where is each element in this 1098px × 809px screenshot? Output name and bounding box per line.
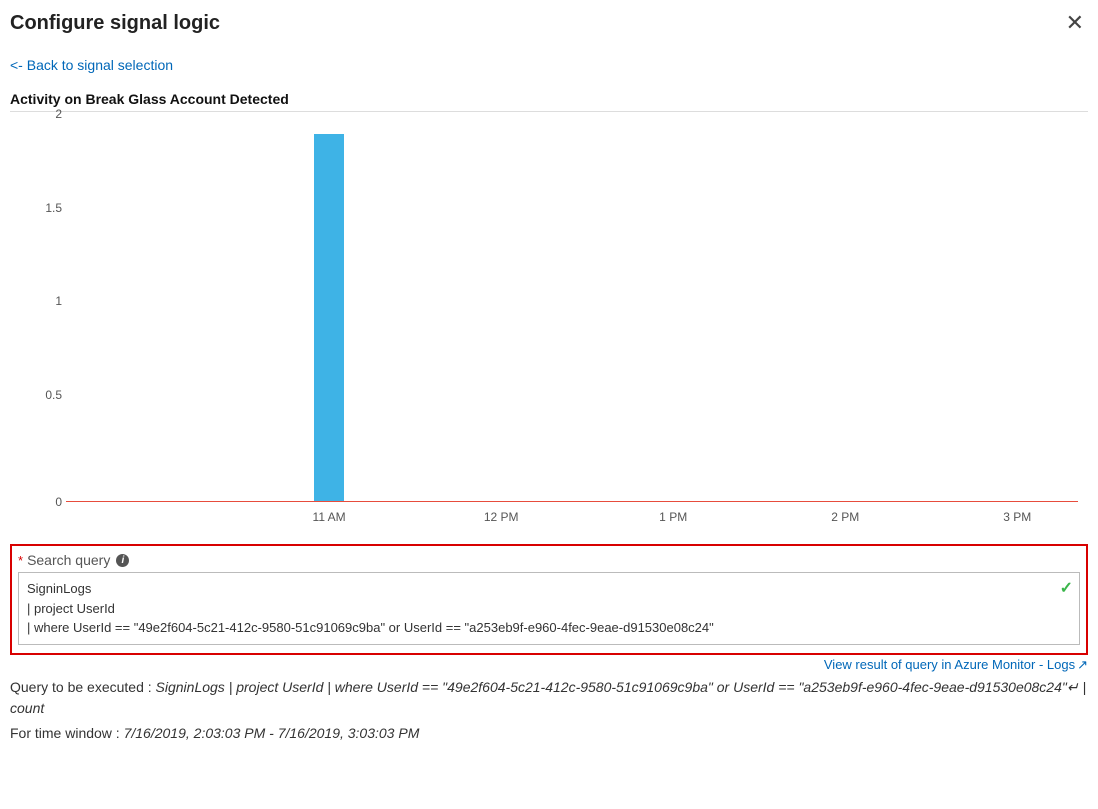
y-tick-label: 0 [22, 495, 62, 509]
chart-title: Activity on Break Glass Account Detected [10, 91, 1088, 107]
view-result-link[interactable]: View result of query in Azure Monitor - … [10, 657, 1088, 673]
search-query-input[interactable]: ✓ SigninLogs | project UserId | where Us… [18, 572, 1080, 645]
query-line: | project UserId [27, 599, 1071, 619]
query-line: SigninLogs [27, 579, 1071, 599]
y-tick-label: 1 [22, 294, 62, 308]
y-tick-label: 1.5 [22, 201, 62, 215]
y-tick-label: 2 [22, 107, 62, 121]
y-tick-label: 0.5 [22, 388, 62, 402]
x-tick-label: 12 PM [484, 510, 519, 524]
chart: 0 0.5 1 1.5 2 11 AM 12 PM 1 PM 2 PM 3 PM [10, 118, 1088, 538]
x-tick-label: 11 AM [313, 510, 346, 524]
bar-11am [314, 134, 344, 501]
x-tick-label: 3 PM [1003, 510, 1031, 524]
query-line: | where UserId == "49e2f604-5c21-412c-95… [27, 618, 1071, 638]
divider [10, 111, 1088, 112]
check-icon: ✓ [1060, 577, 1073, 601]
x-tick-label: 2 PM [831, 510, 859, 524]
search-query-label: Search query [27, 552, 110, 568]
panel-title: Configure signal logic [10, 12, 220, 35]
query-executed-text: Query to be executed : SigninLogs | proj… [10, 677, 1088, 719]
plot-area: 0 0.5 1 1.5 2 11 AM 12 PM 1 PM 2 PM 3 PM [66, 128, 1078, 502]
x-tick-label: 1 PM [659, 510, 687, 524]
close-icon[interactable]: ✕ [1062, 12, 1088, 34]
search-query-section: * Search query i ✓ SigninLogs | project … [10, 544, 1088, 655]
baseline-line [66, 501, 1078, 502]
external-link-icon: ↗ [1077, 657, 1088, 672]
back-link[interactable]: <- Back to signal selection [10, 57, 173, 73]
time-window-text: For time window : 7/16/2019, 2:03:03 PM … [10, 723, 1088, 744]
info-icon[interactable]: i [116, 554, 129, 567]
required-star-icon: * [18, 553, 23, 568]
